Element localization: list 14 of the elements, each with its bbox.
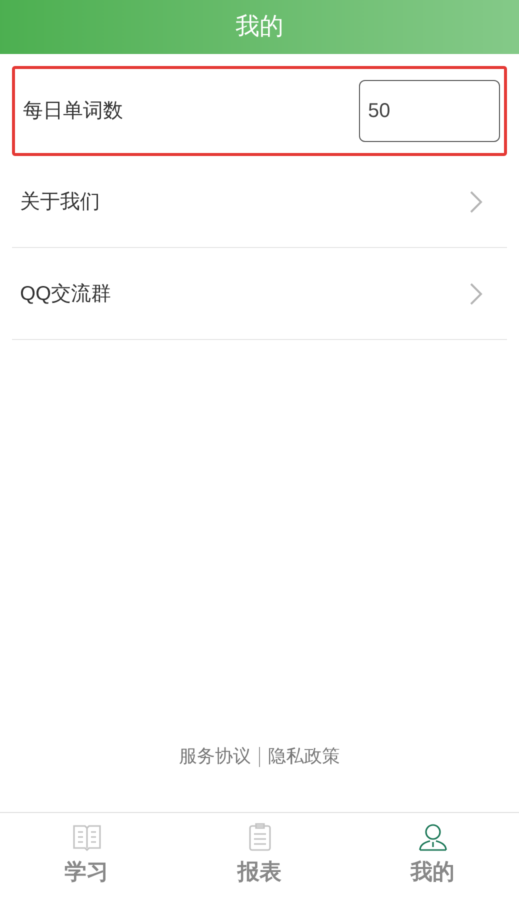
chevron-right-icon [469, 190, 483, 214]
footer-link[interactable]: 隐私政策 [268, 743, 340, 770]
settings-row[interactable]: 关于我们 [12, 156, 507, 248]
settings-row[interactable]: QQ交流群 [12, 248, 507, 340]
footer-link[interactable]: 服务协议 [179, 743, 251, 770]
settings-label: 每日单词数 [23, 99, 123, 124]
tab[interactable]: 我的 [346, 813, 519, 899]
settings-label: QQ交流群 [20, 282, 112, 306]
tab[interactable]: 学习 [0, 813, 173, 899]
settings-label: 关于我们 [20, 190, 100, 214]
tab[interactable]: 报表 [173, 813, 346, 899]
chevron-right-icon [469, 282, 483, 306]
word-count-field[interactable]: 50 [359, 80, 500, 142]
page-title: 我的 [236, 12, 284, 42]
